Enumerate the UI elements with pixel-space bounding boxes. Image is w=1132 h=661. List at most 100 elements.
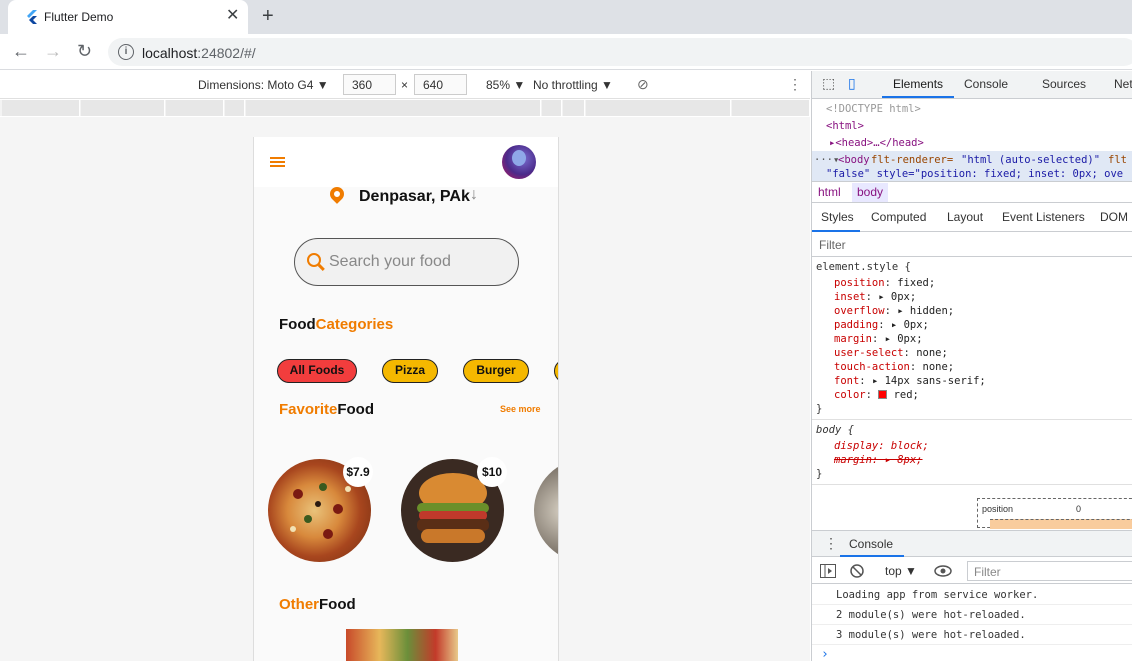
body-style-margin[interactable]: margin: ▸ 8px; xyxy=(834,454,923,466)
breadcrumb: html body xyxy=(812,181,1132,203)
css-property-value: red; xyxy=(893,389,919,401)
breadcrumb-body: body xyxy=(857,185,884,199)
forward-icon[interactable]: → xyxy=(44,41,62,61)
zoom-select[interactable]: 85% ▼ xyxy=(486,78,525,92)
flutter-icon xyxy=(27,10,37,24)
url-text: localhost:24802/#/ xyxy=(142,45,256,61)
tab-console[interactable]: Console xyxy=(964,77,1008,91)
sidebar-toggle-icon[interactable] xyxy=(820,564,836,578)
media-query-segment[interactable] xyxy=(225,100,245,116)
media-query-bar[interactable] xyxy=(0,100,810,116)
tab-dom-breakpoints[interactable]: DOM xyxy=(1100,210,1128,224)
clear-console-icon[interactable] xyxy=(850,564,864,578)
console-context-select[interactable]: top ▼ xyxy=(885,564,917,578)
console-drawer: ⋮ Console top ▼ Filter Loading app from … xyxy=(812,530,1132,661)
reload-icon[interactable]: ↻ xyxy=(77,41,92,61)
media-query-segment[interactable] xyxy=(563,100,585,116)
address-bar[interactable]: i localhost:24802/#/ xyxy=(108,38,1132,66)
css-declaration-touch-action[interactable]: touch-action: none; xyxy=(834,361,954,373)
url-host: localhost xyxy=(142,45,198,61)
category-chip-all-foods[interactable]: All Foods xyxy=(277,359,357,383)
favorite-food-partial-image[interactable] xyxy=(534,459,558,562)
media-query-segment[interactable] xyxy=(2,100,80,116)
dom-head-node[interactable]: ▸<head>…</head> xyxy=(829,137,924,149)
throttling-select[interactable]: No throttling ▼ xyxy=(533,78,613,92)
back-icon[interactable]: ← xyxy=(12,41,30,61)
css-property-name: overflow xyxy=(834,305,885,317)
more-options-icon[interactable]: ⋮ xyxy=(788,76,802,93)
device-width-input[interactable]: 360 xyxy=(343,74,396,95)
tab-computed[interactable]: Computed xyxy=(871,210,926,224)
media-query-segment[interactable] xyxy=(81,100,165,116)
tab-event-listeners[interactable]: Event Listeners xyxy=(1002,210,1085,224)
css-declaration-margin[interactable]: margin: ▸ 0px; xyxy=(834,333,923,345)
color-swatch-icon[interactable] xyxy=(878,390,888,399)
body-style-display[interactable]: display: block; xyxy=(834,440,929,452)
new-tab-icon[interactable]: + xyxy=(262,5,274,28)
css-property-value: none; xyxy=(916,347,948,359)
category-chip-partial[interactable] xyxy=(554,359,558,383)
search-placeholder: Search your food xyxy=(329,253,451,270)
inspect-element-icon[interactable]: ⬚ xyxy=(822,75,835,92)
device-dimensions-select[interactable]: Dimensions: Moto G4 ▼ xyxy=(198,78,329,92)
styles-tab-bar: Styles Computed Layout Event Listeners D… xyxy=(812,204,1132,232)
css-declaration-padding[interactable]: padding: ▸ 0px; xyxy=(834,319,929,331)
console-toolbar: top ▼ Filter xyxy=(812,558,1132,584)
media-query-segment[interactable] xyxy=(166,100,224,116)
drawer-tab-console[interactable]: Console xyxy=(849,537,893,551)
console-prompt[interactable]: › xyxy=(821,647,829,661)
media-query-segment[interactable] xyxy=(542,100,562,116)
dom-body-expander[interactable]: ···▾ xyxy=(814,154,839,166)
dom-html-node[interactable]: <html> xyxy=(826,120,864,132)
category-chip-burger[interactable]: Burger xyxy=(463,359,529,383)
styles-tab-indicator xyxy=(812,230,860,232)
avatar[interactable] xyxy=(502,145,536,179)
css-declaration-overflow[interactable]: overflow: ▸ hidden; xyxy=(834,305,954,317)
device-toolbar: Dimensions: Moto G4 ▼ 360 × 640 85% ▼ No… xyxy=(0,71,810,99)
tab-styles[interactable]: Styles xyxy=(821,210,854,224)
css-declaration-user-select[interactable]: user-select: none; xyxy=(834,347,948,359)
css-declaration-position[interactable]: position: fixed; xyxy=(834,277,935,289)
css-property-name: font xyxy=(834,375,860,387)
css-declaration-inset[interactable]: inset: ▸ 0px; xyxy=(834,291,916,303)
browser-toolbar: ← → ↻ i localhost:24802/#/ xyxy=(0,34,1132,70)
breadcrumb-html[interactable]: html xyxy=(818,185,841,199)
device-toggle-icon[interactable]: ▯ xyxy=(848,75,856,92)
search-input[interactable]: Search your food xyxy=(294,238,519,286)
media-query-segment[interactable] xyxy=(246,100,541,116)
category-chip-pizza[interactable]: Pizza xyxy=(382,359,438,383)
tab-sources[interactable]: Sources xyxy=(1042,77,1086,91)
device-height-input[interactable]: 640 xyxy=(414,74,467,95)
see-more-link[interactable]: See more xyxy=(500,404,541,414)
location-label[interactable]: Denpasar, PAk xyxy=(359,188,470,206)
close-tab-icon[interactable]: ✕ xyxy=(226,8,239,24)
css-declaration-font[interactable]: font: ▸ 14px sans-serif; xyxy=(834,375,986,387)
favorite-food-heading: FavoriteFood xyxy=(279,401,375,418)
dom-body-line2: "false" style="position: fixed; inset: 0… xyxy=(826,168,1124,180)
other-food-image[interactable] xyxy=(346,629,458,661)
box-model-margin xyxy=(990,519,1132,529)
food-categories-heading: FoodCategories xyxy=(279,316,394,333)
arrow-down-icon[interactable]: ↓ xyxy=(470,186,478,204)
console-message: 2 module(s) were hot-reloaded. xyxy=(812,605,1132,625)
tab-elements[interactable]: Elements xyxy=(893,77,943,91)
devtools-tab-bar: ⬚ ▯ Elements Console Sources Network xyxy=(812,71,1132,99)
breadcrumb-body-highlight[interactable]: body xyxy=(852,183,888,202)
dom-selected-body-node[interactable]: ···▾ <body flt-renderer= "html (auto-sel… xyxy=(812,151,1132,181)
tab-network[interactable]: Network xyxy=(1114,77,1132,91)
rotate-icon[interactable]: ⊘ xyxy=(637,76,649,93)
other-food-heading: OtherFood xyxy=(279,596,356,613)
css-declaration-color[interactable]: color: red; xyxy=(834,389,919,401)
tab-layout[interactable]: Layout xyxy=(947,210,983,224)
media-query-segment[interactable] xyxy=(732,100,810,116)
media-query-segment[interactable] xyxy=(586,100,731,116)
browser-tab[interactable]: Flutter Demo ✕ xyxy=(8,0,248,34)
dom-body-attr-more: flt xyxy=(1108,154,1127,166)
hamburger-menu-icon[interactable] xyxy=(254,151,294,171)
styles-filter-input[interactable]: Filter xyxy=(812,233,1132,257)
site-info-icon[interactable]: i xyxy=(118,44,134,60)
console-filter-input[interactable]: Filter xyxy=(967,561,1132,581)
drawer-menu-icon[interactable]: ⋮ xyxy=(824,535,838,552)
box-model-value: 0 xyxy=(1076,504,1082,514)
eye-icon[interactable] xyxy=(934,565,952,577)
